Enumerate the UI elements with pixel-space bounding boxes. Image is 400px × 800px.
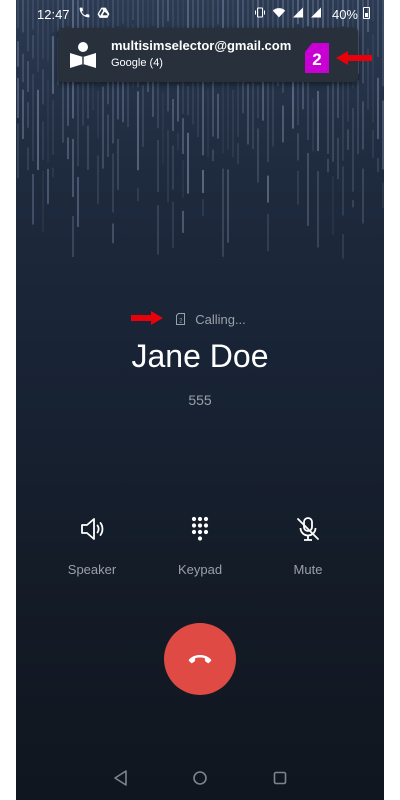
- account-notification[interactable]: multisimselector@gmail.com Google (4) 2: [58, 28, 358, 82]
- navigation-bar: [16, 760, 384, 796]
- mute-label: Mute: [293, 562, 323, 577]
- mute-button[interactable]: Mute: [258, 515, 358, 577]
- sim-card-badge: 2: [305, 43, 329, 73]
- signal-icon: [311, 7, 321, 18]
- speaker-label: Speaker: [67, 562, 117, 577]
- keypad-icon: [191, 516, 209, 541]
- recents-icon[interactable]: [271, 769, 289, 787]
- end-call-icon: [188, 655, 212, 664]
- speaker-icon: [81, 518, 104, 540]
- call-status-text: Calling...: [195, 311, 246, 327]
- signal-icon: [293, 7, 303, 18]
- battery-percentage: 40%: [331, 7, 358, 22]
- keypad-label: Keypad: [177, 562, 223, 577]
- end-call-button[interactable]: [164, 623, 236, 695]
- contact-name: Jane Doe: [131, 338, 269, 374]
- wifi-icon: [272, 8, 286, 18]
- contact-book-icon: [70, 42, 96, 68]
- annotation-arrow-icon: [336, 51, 372, 65]
- contact-number: 555: [188, 392, 212, 408]
- speaker-button[interactable]: Speaker: [42, 515, 142, 577]
- battery-icon: [363, 7, 370, 19]
- status-bar: 12:47 40%: [16, 0, 384, 28]
- vibrate-icon: [255, 7, 265, 18]
- account-source: Google (4): [111, 57, 163, 69]
- call-status-row: 2 Calling...: [16, 310, 384, 328]
- annotation-arrow-icon: [131, 311, 163, 325]
- account-email: multisimselector@gmail.com: [111, 38, 292, 53]
- status-time: 12:47: [37, 7, 70, 22]
- drive-icon: [97, 7, 110, 18]
- in-call-screen: 12:47 40% multisimselector@gmail.com Goo…: [16, 0, 384, 800]
- home-icon[interactable]: [191, 769, 209, 787]
- svg-text:2: 2: [179, 319, 183, 325]
- phone-icon: [79, 7, 90, 18]
- back-icon[interactable]: [112, 769, 130, 787]
- keypad-button[interactable]: Keypad: [150, 515, 250, 577]
- sim-card-icon: 2: [176, 313, 186, 325]
- mute-icon: [297, 517, 319, 541]
